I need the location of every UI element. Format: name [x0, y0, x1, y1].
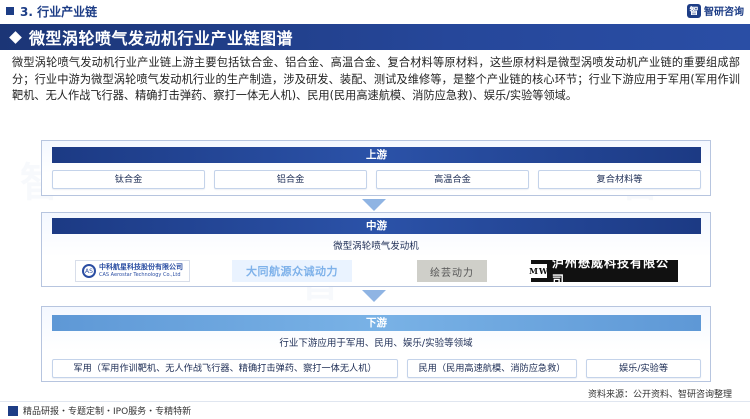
- section-heading: 3. 行业产业链: [6, 3, 97, 20]
- midstream-panel: 中游 微型涡轮喷气发动机 AS 中科航星科技股份有限公司 CAS Aerosta…: [41, 212, 711, 287]
- company-name: 中科航星科技股份有限公司: [99, 263, 183, 271]
- downstream-item: 民用（民用高速航模、消防应急救）: [407, 359, 577, 378]
- company-name-en: CAS Aerostar Technology Co.,Ltd: [99, 272, 181, 278]
- company-logo-huiyun: 绘芸动力: [417, 260, 487, 282]
- downstream-item: 娱乐/实验等: [586, 359, 701, 378]
- maowei-logo-icon: MW: [529, 264, 549, 278]
- flow-arrow-icon: [362, 290, 386, 302]
- company-name: 绘芸动力: [430, 267, 474, 279]
- page-title: 微型涡轮喷气发动机行业产业链图谱: [29, 29, 294, 48]
- top-bar: 3. 行业产业链 智 智研咨询: [0, 0, 750, 22]
- section-label: 3. 行业产业链: [20, 4, 98, 19]
- company-logo-cas-aerostar: AS 中科航星科技股份有限公司 CAS Aerostar Technology …: [75, 260, 190, 282]
- midstream-title: 中游: [52, 218, 701, 234]
- title-bar: 微型涡轮喷气发动机行业产业链图谱: [0, 24, 750, 50]
- company-name: 泸州懋威科技有限公司: [552, 256, 670, 287]
- footer-text: 精品研报・专题定制・IPO服务・专精特新: [23, 407, 192, 417]
- cas-aerostar-logo-icon: AS: [82, 264, 96, 278]
- company-logo-datong: 大同航源众诚动力: [232, 260, 352, 282]
- upstream-title: 上游: [52, 147, 701, 163]
- description-text: 微型涡轮喷气发动机行业产业链上游主要包括钛合金、铝合金、高温合金、复合材料等原材…: [12, 56, 740, 102]
- footer-marker-icon: [8, 405, 18, 416]
- upstream-item: 铝合金: [214, 170, 367, 189]
- footer: 精品研报・专题定制・IPO服务・专精特新: [0, 401, 750, 419]
- upstream-item: 高温合金: [376, 170, 529, 189]
- downstream-title: 下游: [52, 315, 701, 331]
- brand-name: 智研咨询: [704, 7, 744, 18]
- flow-arrow-icon: [362, 199, 386, 211]
- downstream-panel: 下游 行业下游应用于军用、民用、娱乐/实验等领域 军用（军用作训靶机、无人作战飞…: [41, 306, 711, 382]
- section-marker-icon: [6, 7, 14, 15]
- brand-logo-icon: 智: [687, 3, 701, 18]
- upstream-item: 复合材料等: [538, 170, 701, 189]
- company-name: 大同航源众诚动力: [246, 265, 338, 278]
- downstream-item: 军用（军用作训靶机、无人作战飞行器、精确打击弹药、察打一体无人机）: [52, 359, 398, 378]
- source-note: 资料来源：公开资料、智研咨询整理: [587, 390, 732, 400]
- company-logo-luzhou-maowei: MW 泸州懋威科技有限公司: [529, 256, 678, 287]
- brand: 智 智研咨询: [687, 3, 744, 18]
- upstream-panel: 上游 钛合金 铝合金 高温合金 复合材料等: [41, 140, 711, 196]
- midstream-subtitle: 微型涡轮喷气发动机: [333, 241, 419, 252]
- diamond-icon: [9, 30, 22, 44]
- upstream-item: 钛合金: [52, 170, 205, 189]
- downstream-subtitle: 行业下游应用于军用、民用、娱乐/实验等领域: [279, 338, 473, 349]
